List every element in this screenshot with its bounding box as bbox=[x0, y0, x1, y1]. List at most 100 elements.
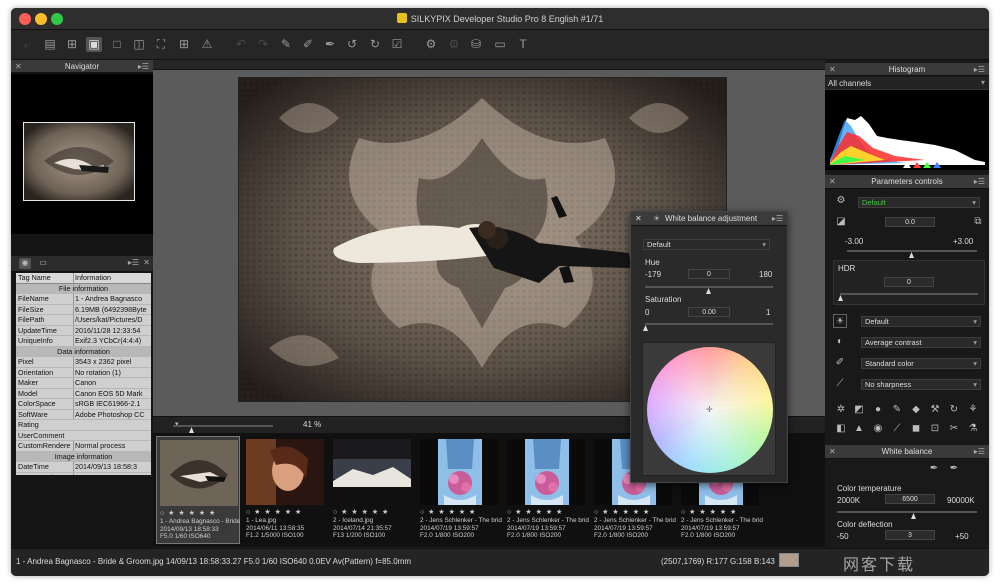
auto-exposure-icon[interactable]: ⧉ bbox=[971, 215, 985, 229]
develop-icon[interactable]: ⚙ bbox=[423, 37, 439, 52]
camera-tab-icon[interactable]: ◉ bbox=[19, 258, 31, 269]
stamp-icon[interactable]: ⛁ bbox=[468, 37, 484, 52]
check-icon[interactable]: ☑ bbox=[389, 37, 405, 52]
panel-menu-icon[interactable]: ▸☰ bbox=[772, 212, 783, 226]
batch-icon[interactable]: ⚙ bbox=[446, 37, 462, 52]
tool-icon-11[interactable]: ◉ bbox=[871, 422, 885, 436]
deflection-stepper[interactable]: 3 bbox=[885, 530, 935, 540]
undo-icon[interactable]: ↶ bbox=[233, 37, 249, 52]
sun-icon[interactable]: ☀ bbox=[833, 314, 847, 328]
tool-icon-16[interactable]: ⚗ bbox=[966, 422, 980, 436]
tool-icon-5[interactable]: ◆ bbox=[909, 403, 923, 417]
hue-stepper[interactable]: 0 bbox=[688, 269, 730, 279]
crosshair-icon[interactable]: ✛ bbox=[706, 405, 713, 414]
tool-icon-6[interactable]: ⚒ bbox=[928, 403, 942, 417]
brush2-icon[interactable]: ✐ bbox=[300, 37, 316, 52]
rating-stars[interactable]: ○ ★ ★ ★ ★ ★ bbox=[594, 508, 650, 516]
hdr-slider[interactable] bbox=[840, 293, 978, 295]
rating-stars[interactable]: ○ ★ ★ ★ ★ ★ bbox=[333, 508, 389, 516]
single-view-icon[interactable]: ▣ bbox=[86, 37, 102, 52]
tool-icon-10[interactable]: ▲ bbox=[852, 422, 866, 436]
close-icon[interactable]: ✕ bbox=[829, 63, 836, 76]
rating-stars[interactable]: ○ ★ ★ ★ ★ ★ bbox=[681, 508, 737, 516]
temp-slider[interactable] bbox=[837, 511, 977, 513]
white-balance-dropdown[interactable]: Default bbox=[861, 316, 981, 327]
navigator-view[interactable] bbox=[11, 74, 153, 234]
eyedropper-icon[interactable]: ✒ bbox=[322, 37, 338, 52]
rotate-left-icon[interactable]: ↺ bbox=[344, 37, 360, 52]
gear-icon[interactable]: ⚙ bbox=[834, 194, 848, 208]
filmstrip-item[interactable]: ○ ★ ★ ★ ★ ★ 2 - Jens Schlenker - The brid… bbox=[504, 436, 589, 544]
grid-layout-icon[interactable]: ▤ bbox=[42, 37, 58, 52]
tool-icon-13[interactable]: ◼ bbox=[909, 422, 923, 436]
tool-icon-1[interactable]: ✲ bbox=[834, 403, 848, 417]
fullscreen-icon[interactable]: ⛶ bbox=[153, 37, 169, 52]
filmstrip-item[interactable]: ○ ★ ★ ★ ★ ★ 1 - Lea.jpg 2014/06/11 13:58:3… bbox=[243, 436, 327, 544]
tool-icon-12[interactable]: ⟋ bbox=[890, 422, 904, 436]
filmstrip-item[interactable]: ○ ★ ★ ★ ★ ★ 2 - Jens Schlenker - The brid… bbox=[417, 436, 502, 544]
zoom-slider[interactable] bbox=[173, 425, 273, 427]
hdr-stepper[interactable]: 0 bbox=[884, 277, 934, 287]
taste-preset-dropdown[interactable]: Default bbox=[858, 197, 980, 208]
panel-menu-icon[interactable]: ▸☰ bbox=[974, 63, 985, 76]
tool-icon-8[interactable]: ⚘ bbox=[966, 403, 980, 417]
hue-slider[interactable] bbox=[645, 286, 773, 288]
close-icon[interactable]: ✕ bbox=[829, 445, 836, 459]
rating-stars[interactable]: ○ ★ ★ ★ ★ ★ bbox=[507, 508, 563, 516]
tool-icon-3[interactable]: ● bbox=[871, 403, 885, 417]
hdr-slider-knob[interactable] bbox=[838, 295, 843, 301]
brush-icon[interactable]: ✎ bbox=[278, 37, 294, 52]
tool-icon-7[interactable]: ↻ bbox=[947, 403, 961, 417]
tool-icon-15[interactable]: ✂ bbox=[947, 422, 961, 436]
saturation-slider-knob[interactable] bbox=[643, 325, 648, 331]
filmstrip-item[interactable]: ○ ★ ★ ★ ★ ★ 2 - Iceland.jpg 2014/07/14 21:… bbox=[330, 436, 414, 544]
color-wheel-box[interactable]: ✛ bbox=[642, 342, 776, 476]
caption-line: F2.0 1/800 ISO200 bbox=[594, 532, 649, 539]
tool-icon-2[interactable]: ◩ bbox=[852, 403, 866, 417]
saturation-slider[interactable] bbox=[645, 323, 773, 325]
exposure-stepper[interactable]: 0.0 bbox=[885, 217, 935, 227]
multi-view-icon[interactable]: ⊞ bbox=[176, 37, 192, 52]
close-icon[interactable]: ✕ bbox=[15, 60, 22, 73]
monitor-icon[interactable]: ▭ bbox=[492, 37, 508, 52]
tool-icon-14[interactable]: ⊡ bbox=[928, 422, 942, 436]
temp-slider-knob[interactable] bbox=[911, 513, 916, 519]
rating-stars[interactable]: ○ ★ ★ ★ ★ ★ bbox=[160, 509, 216, 517]
caption-line: F5.0 1/60 ISO640 bbox=[160, 533, 211, 540]
text-icon[interactable]: T bbox=[515, 37, 531, 52]
tag-name: FilePath bbox=[18, 315, 45, 324]
rating-stars[interactable]: ○ ★ ★ ★ ★ ★ bbox=[246, 508, 302, 516]
panel-menu-icon[interactable]: ▸☰ bbox=[128, 258, 139, 267]
rating-stars[interactable]: ○ ★ ★ ★ ★ ★ bbox=[420, 508, 476, 516]
eyedropper2-icon[interactable]: ✒ bbox=[947, 462, 961, 476]
histogram-channel-select[interactable]: All channels ▾ bbox=[825, 77, 989, 90]
split-view-icon[interactable]: □ bbox=[109, 37, 125, 52]
exposure-slider[interactable] bbox=[847, 250, 977, 252]
sharpness-dropdown[interactable]: No sharpness bbox=[861, 379, 981, 390]
contrast-dropdown[interactable]: Average contrast bbox=[861, 337, 981, 348]
undo-arrow-icon[interactable]: ⤶ bbox=[19, 37, 35, 52]
redo-icon[interactable]: ↷ bbox=[255, 37, 271, 52]
warning-icon[interactable]: ⚠ bbox=[199, 37, 215, 52]
eyedropper-icon[interactable]: ✒ bbox=[927, 462, 941, 476]
wb-adjust-preset-dropdown[interactable]: Default bbox=[643, 239, 770, 250]
saturation-stepper[interactable]: 0.00 bbox=[688, 307, 730, 317]
color-dropdown[interactable]: Standard color bbox=[861, 358, 981, 369]
navigator-thumbnail[interactable] bbox=[23, 122, 135, 201]
close-icon[interactable]: ✕ bbox=[143, 258, 150, 267]
comment-tab-icon[interactable]: ▭ bbox=[37, 258, 49, 269]
close-icon[interactable]: ✕ bbox=[635, 212, 642, 226]
hue-slider-knob[interactable] bbox=[706, 288, 711, 294]
temp-stepper[interactable]: 6500 bbox=[885, 494, 935, 504]
tool-icon-9[interactable]: ◧ bbox=[834, 422, 848, 436]
panel-menu-icon[interactable]: ▸☰ bbox=[974, 175, 985, 189]
rotate-right-icon[interactable]: ↻ bbox=[367, 37, 383, 52]
compare-view-icon[interactable]: ◫ bbox=[131, 37, 147, 52]
filmstrip-item[interactable]: ○ ★ ★ ★ ★ ★ 1 - Andrea Bagnasco - Bride 20… bbox=[156, 436, 240, 544]
panel-menu-icon[interactable]: ▸☰ bbox=[138, 60, 149, 73]
tool-icon-4[interactable]: ✎ bbox=[890, 403, 904, 417]
exposure-slider-knob[interactable] bbox=[909, 252, 914, 258]
close-icon[interactable]: ✕ bbox=[829, 175, 836, 189]
grid-4-icon[interactable]: ⊞ bbox=[64, 37, 80, 52]
panel-menu-icon[interactable]: ▸☰ bbox=[974, 445, 985, 459]
